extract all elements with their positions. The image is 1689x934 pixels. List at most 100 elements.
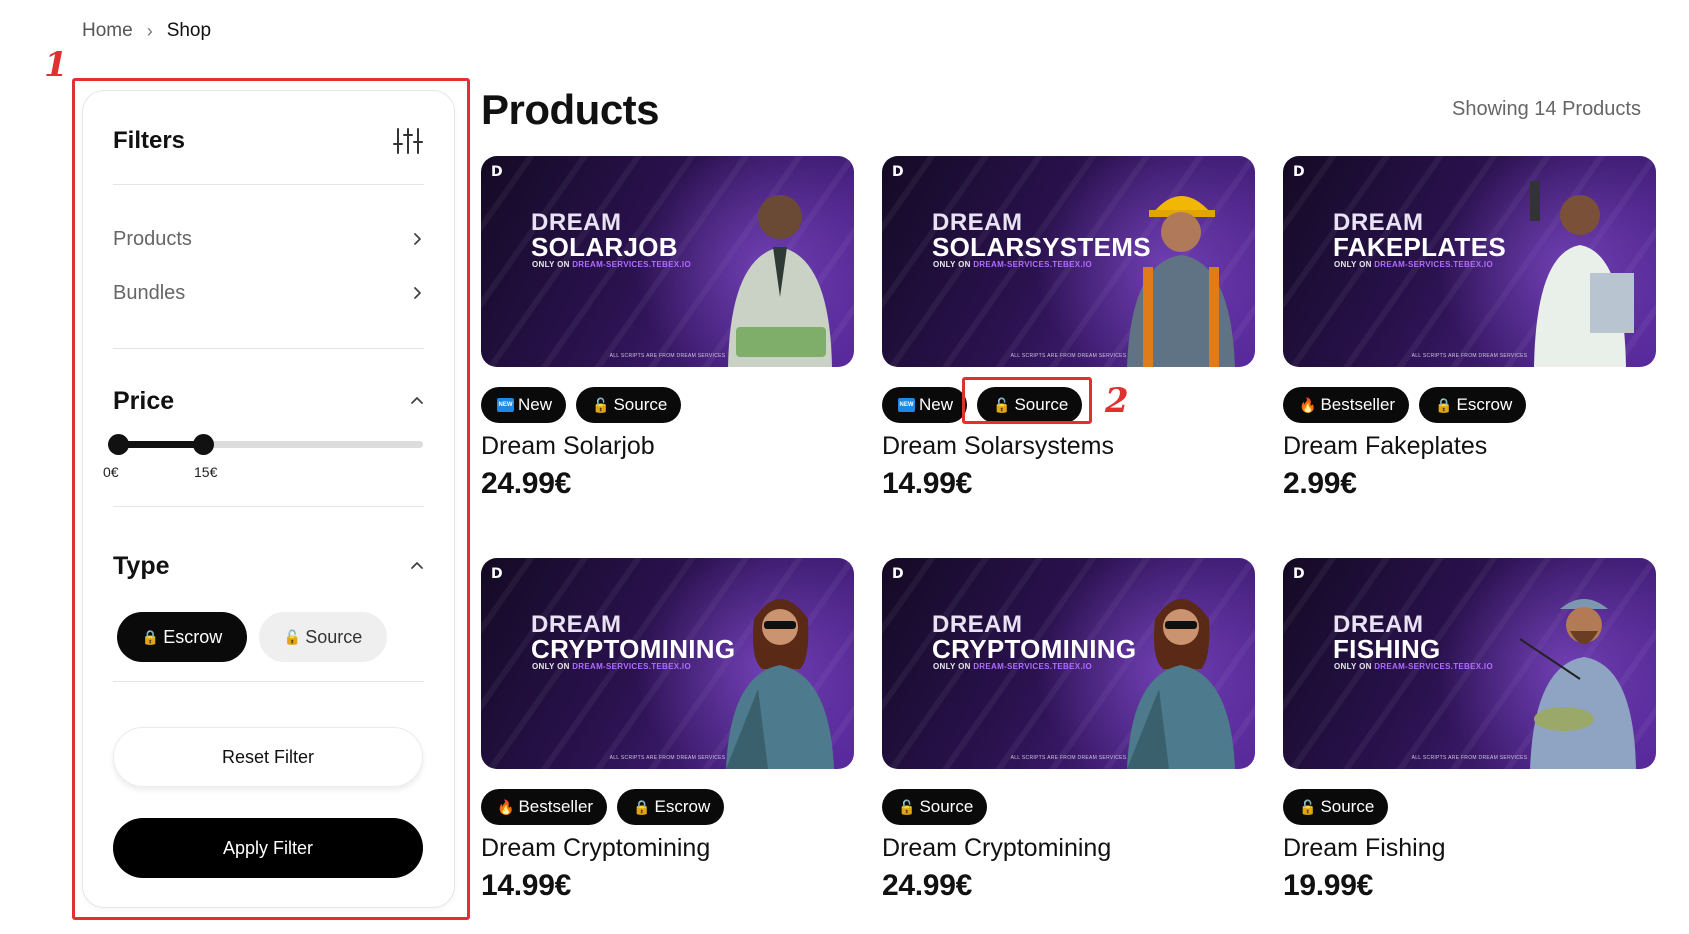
product-thumbnail[interactable]: D DREAM CRYPTOMINING ONLY ON DREAM-SERVI… xyxy=(481,558,854,769)
badge-label: Escrow xyxy=(654,797,711,816)
new-icon: NEW xyxy=(898,398,915,412)
fire-icon: 🔥 xyxy=(497,798,515,815)
product-title[interactable]: Dream Fakeplates xyxy=(1283,432,1487,461)
product-badges: 🔓 Source xyxy=(1283,789,1389,825)
product-card[interactable]: D DREAM FAKEPLATES ONLY ON DREAM-SERVICE… xyxy=(1283,156,1656,558)
badge-label: Bestseller xyxy=(518,797,594,816)
annotation-marker-2: 2 xyxy=(1105,381,1129,421)
product-title[interactable]: Dream Cryptomining xyxy=(481,834,710,863)
filter-sidebar: Filters Products Bundles Price 0€ 15€ Ty… xyxy=(82,90,455,908)
product-card[interactable]: D DREAM FISHING ONLY ON DREAM-SERVICES.T… xyxy=(1283,558,1656,934)
product-title[interactable]: Dream Cryptomining xyxy=(882,834,1111,863)
type-option-source[interactable]: 🔓 Source xyxy=(259,612,387,662)
badge-label: Source xyxy=(1014,395,1069,414)
product-price: 19.99€ xyxy=(1283,869,1373,902)
lock-icon: 🔒 xyxy=(633,798,651,815)
badge-bestseller: 🔥 Bestseller xyxy=(1283,387,1410,423)
woman-figure xyxy=(1119,579,1239,769)
unlock-icon: 🔓 xyxy=(993,396,1011,413)
product-thumbnail[interactable]: D DREAM SOLARJOB ONLY ON DREAM-SERVICES.… xyxy=(481,156,854,367)
badge-source: 🔓 Source xyxy=(1283,789,1389,825)
thumbnail-site: DREAM-SERVICES.TEBEX.IO xyxy=(572,662,691,671)
dream-logo-icon: D xyxy=(491,164,503,180)
breadcrumb: Home › Shop xyxy=(82,20,211,42)
dream-logo-icon: D xyxy=(892,566,904,582)
thumbnail-only-on: ONLY ON xyxy=(532,260,570,269)
product-price: 24.99€ xyxy=(882,869,972,902)
sidebar-item-products[interactable]: Products xyxy=(113,223,424,255)
badge-source: 🔓 Source xyxy=(576,387,682,423)
badge-label: New xyxy=(518,395,553,414)
product-title[interactable]: Dream Solarjob xyxy=(481,432,655,461)
thumbnail-tagline: ONLY ON DREAM-SERVICES.TEBEX.IO xyxy=(532,662,691,671)
filters-title: Filters xyxy=(113,127,186,154)
thumbnail-tagline: ONLY ON DREAM-SERVICES.TEBEX.IO xyxy=(1334,260,1493,269)
thumbnail-only-on: ONLY ON xyxy=(1334,260,1372,269)
product-count: Showing 14 Products xyxy=(1451,98,1641,120)
badge-escrow: 🔒 Escrow xyxy=(1419,387,1527,423)
badge-label: Source xyxy=(613,395,668,414)
price-max-label: 15€ xyxy=(194,464,218,480)
chevron-up-icon[interactable] xyxy=(410,394,424,408)
thumbnail-only-on: ONLY ON xyxy=(933,662,971,671)
price-min-label: 0€ xyxy=(103,464,119,480)
divider xyxy=(113,348,424,349)
badge-label: New xyxy=(919,395,954,414)
product-badges: 🔥 Bestseller 🔒 Escrow xyxy=(481,789,725,825)
filters-header: Filters xyxy=(113,119,424,163)
price-range-slider[interactable] xyxy=(108,434,423,455)
thumbnail-tagline: ONLY ON DREAM-SERVICES.TEBEX.IO xyxy=(1334,662,1493,671)
product-thumbnail[interactable]: D DREAM SOLARSYSTEMS ONLY ON DREAM-SERVI… xyxy=(882,156,1255,367)
product-thumbnail[interactable]: D DREAM FISHING ONLY ON DREAM-SERVICES.T… xyxy=(1283,558,1656,769)
lock-icon: 🔒 xyxy=(1435,396,1453,413)
price-title: Price xyxy=(113,386,175,415)
sidebar-item-label: Bundles xyxy=(113,281,186,304)
thumbnail-site: DREAM-SERVICES.TEBEX.IO xyxy=(973,260,1092,269)
product-card[interactable]: D DREAM CRYPTOMINING ONLY ON DREAM-SERVI… xyxy=(481,558,854,934)
product-thumbnail[interactable]: D DREAM FAKEPLATES ONLY ON DREAM-SERVICE… xyxy=(1283,156,1656,367)
price-max-handle[interactable] xyxy=(192,434,214,455)
reset-filter-button[interactable]: Reset Filter xyxy=(113,727,423,787)
apply-filter-button[interactable]: Apply Filter xyxy=(113,818,423,878)
type-option-escrow[interactable]: 🔒 Escrow xyxy=(117,612,247,662)
price-section-header[interactable]: Price xyxy=(113,381,424,421)
type-option-label: Escrow xyxy=(163,626,223,647)
breadcrumb-home-link[interactable]: Home xyxy=(82,20,133,42)
product-title[interactable]: Dream Solarsystems xyxy=(882,432,1114,461)
product-thumbnail[interactable]: D DREAM CRYPTOMINING ONLY ON DREAM-SERVI… xyxy=(882,558,1255,769)
thumbnail-product-name: CRYPTOMINING xyxy=(531,634,736,664)
breadcrumb-current: Shop xyxy=(166,20,212,41)
type-option-label: Source xyxy=(305,626,363,647)
thumbnail-site: DREAM-SERVICES.TEBEX.IO xyxy=(1374,260,1493,269)
dream-logo-icon: D xyxy=(491,566,503,582)
product-card[interactable]: D DREAM CRYPTOMINING ONLY ON DREAM-SERVI… xyxy=(882,558,1255,934)
badge-escrow: 🔒 Escrow xyxy=(617,789,725,825)
chevron-right-icon xyxy=(414,233,421,245)
thumbnail-site: DREAM-SERVICES.TEBEX.IO xyxy=(572,260,691,269)
thumbnail-tagline: ONLY ON DREAM-SERVICES.TEBEX.IO xyxy=(933,260,1092,269)
sidebar-item-bundles[interactable]: Bundles xyxy=(113,277,424,309)
product-price: 14.99€ xyxy=(882,467,972,500)
product-card[interactable]: D DREAM SOLARJOB ONLY ON DREAM-SERVICES.… xyxy=(481,156,854,558)
type-section-header[interactable]: Type xyxy=(113,546,424,586)
fisherman-figure xyxy=(1519,579,1640,769)
businessman-figure xyxy=(718,177,838,367)
price-min-handle[interactable] xyxy=(108,434,129,455)
sliders-icon[interactable] xyxy=(392,126,424,156)
product-badges: 🔥 Bestseller 🔒 Escrow xyxy=(1283,387,1527,423)
thumbnail-product-name: CRYPTOMINING xyxy=(932,634,1137,664)
worker-figure xyxy=(1119,177,1239,367)
dream-logo-icon: D xyxy=(1293,164,1305,180)
badge-label: Source xyxy=(1320,797,1375,816)
badge-source: 🔓 Source xyxy=(977,387,1083,423)
chevron-up-icon[interactable] xyxy=(410,559,424,573)
badge-label: Bestseller xyxy=(1320,395,1396,414)
thumbnail-product-name: SOLARJOB xyxy=(531,232,678,262)
thumbnail-tagline: ONLY ON DREAM-SERVICES.TEBEX.IO xyxy=(532,260,691,269)
badge-source: 🔓 Source xyxy=(882,789,988,825)
product-title[interactable]: Dream Fishing xyxy=(1283,834,1446,863)
product-price: 24.99€ xyxy=(481,467,571,500)
product-card[interactable]: D DREAM SOLARSYSTEMS ONLY ON DREAM-SERVI… xyxy=(882,156,1255,558)
thumbnail-only-on: ONLY ON xyxy=(933,260,971,269)
badge-new: NEW New xyxy=(882,387,968,423)
